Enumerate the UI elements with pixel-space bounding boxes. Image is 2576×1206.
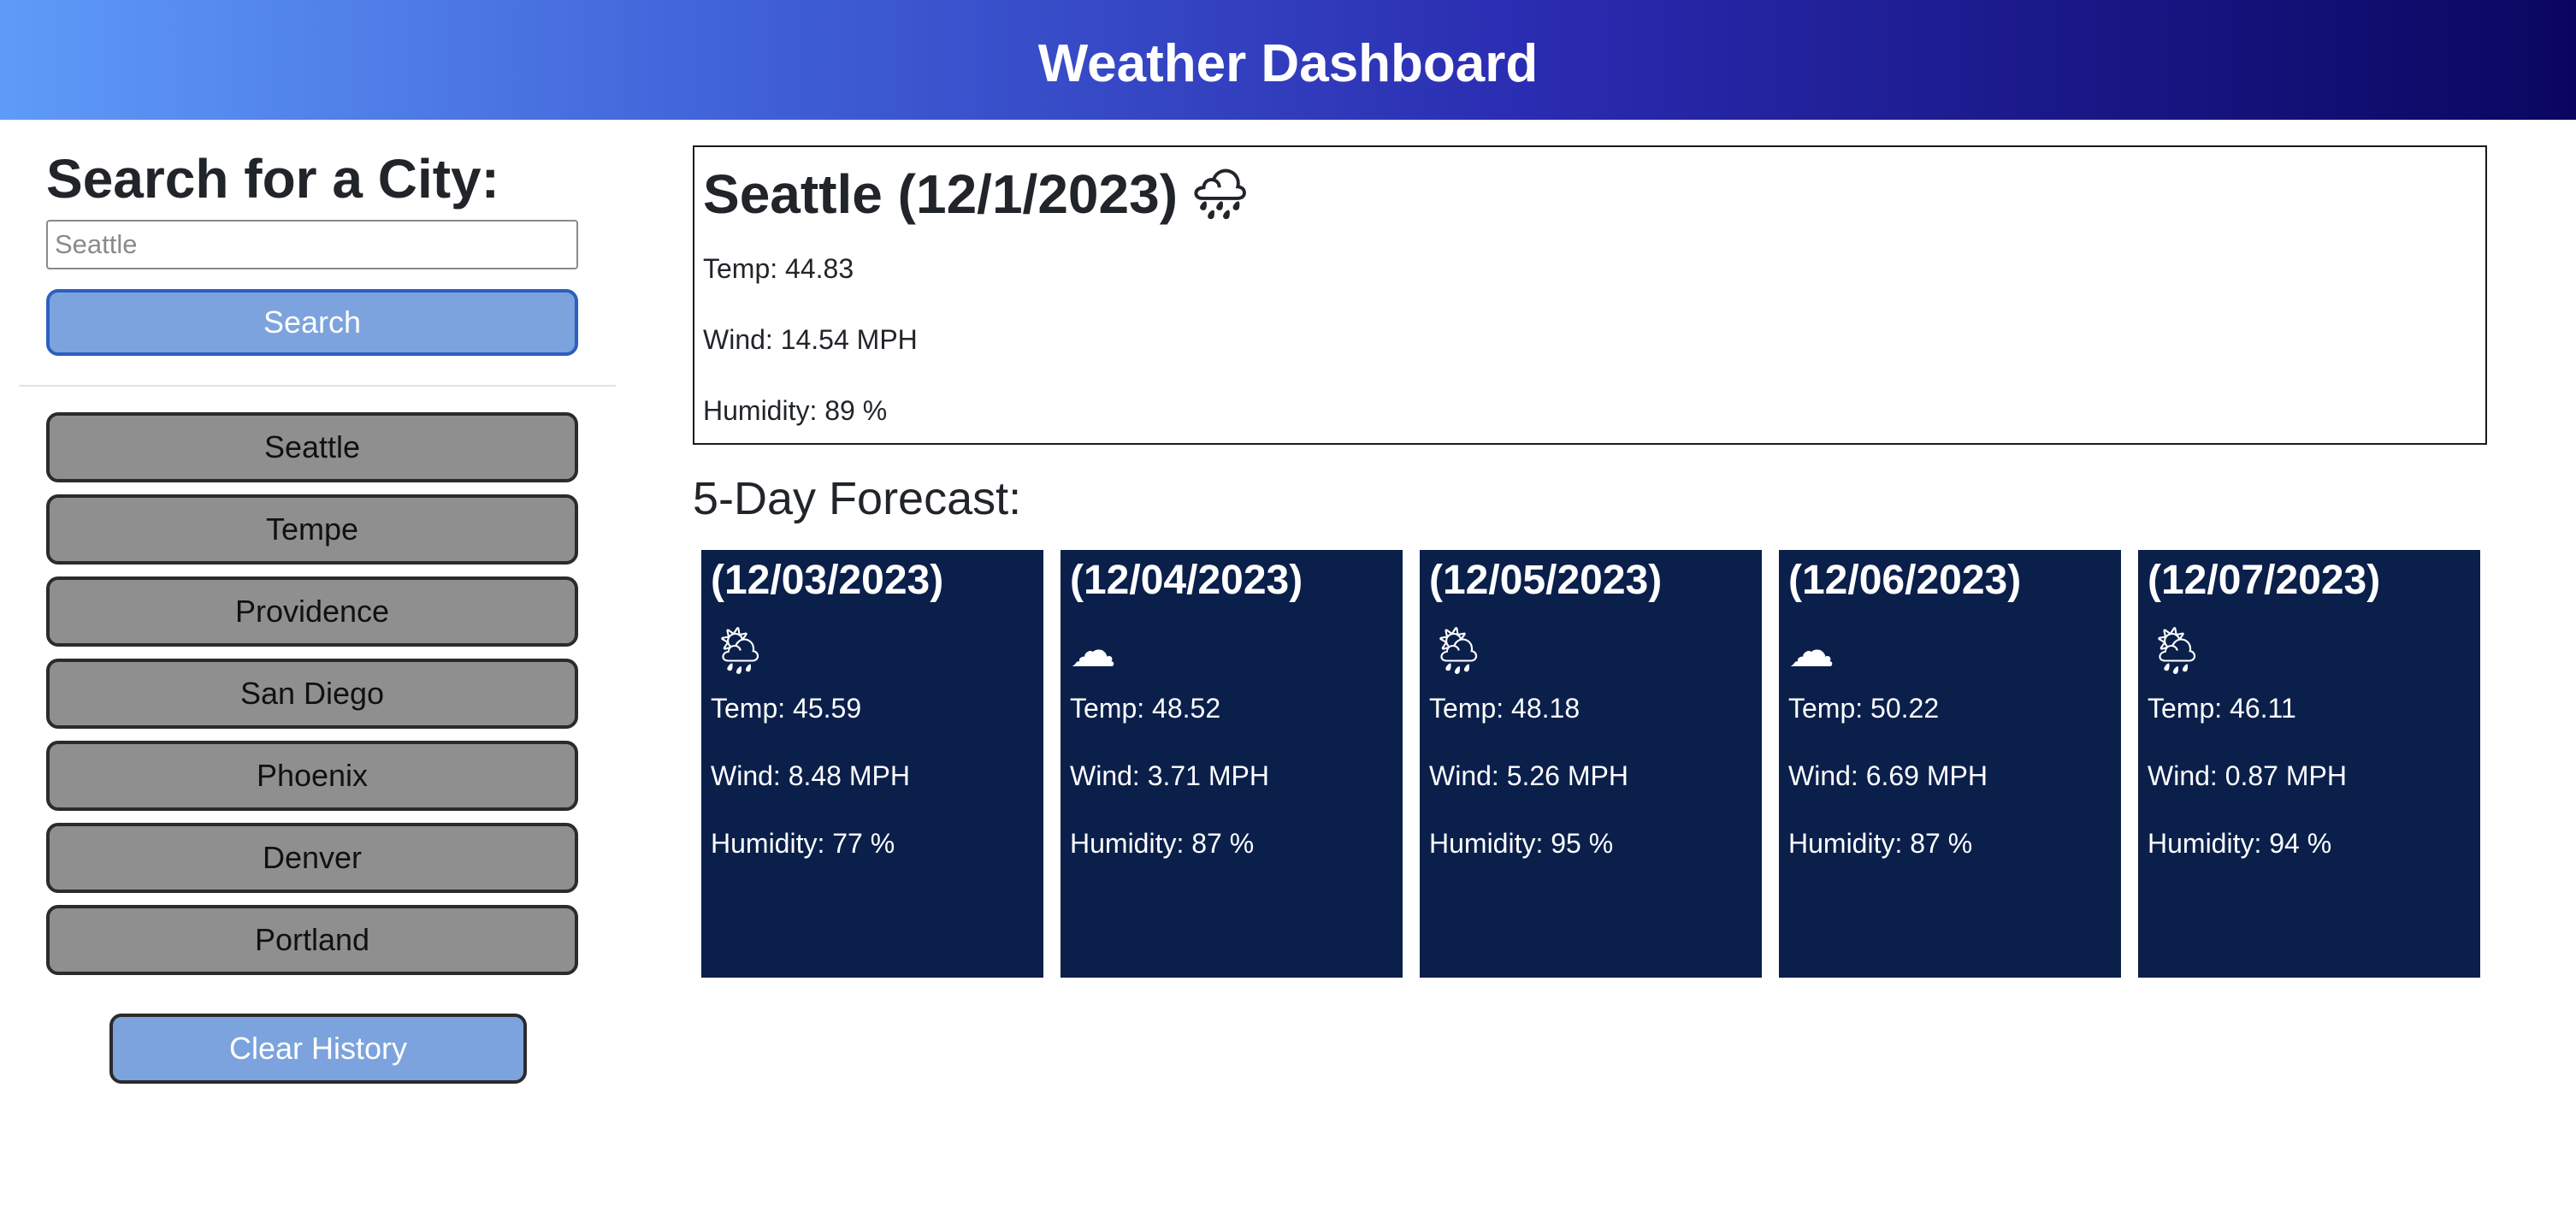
forecast-wind: Wind: 0.87 MPH	[2148, 760, 2347, 791]
forecast-card: (12/04/2023) ☁ Temp: 48.52 Wind: 3.71 MP…	[1061, 550, 1403, 978]
forecast-wind: Wind: 5.26 MPH	[1429, 760, 1628, 791]
search-history-list: Seattle Tempe Providence San Diego Phoen…	[46, 412, 578, 987]
forecast-temp: Temp: 45.59	[711, 693, 862, 724]
rain-cloud-night-icon: 🌧	[1190, 167, 1251, 221]
sidebar-divider	[19, 385, 616, 387]
clear-history-button[interactable]: Clear History	[109, 1014, 527, 1084]
forecast-humidity: Humidity: 95 %	[1429, 828, 1614, 859]
forecast-temp: Temp: 48.52	[1070, 693, 1221, 724]
app-title: Weather Dashboard	[1037, 33, 1539, 93]
forecast-date: (12/06/2023)	[1788, 558, 2022, 603]
forecast-title: 5-Day Forecast:	[693, 473, 1022, 524]
forecast-date: (12/07/2023)	[2148, 558, 2381, 603]
history-city-button[interactable]: Providence	[46, 576, 578, 647]
forecast-date: (12/03/2023)	[711, 558, 944, 603]
app-header: Weather Dashboard	[0, 0, 2576, 120]
search-title: Search for a City:	[46, 148, 499, 210]
current-city-heading: Seattle (12/1/2023) 🌧	[703, 163, 2477, 226]
city-search-input[interactable]	[46, 220, 578, 269]
history-city-button[interactable]: Tempe	[46, 494, 578, 565]
current-humidity: Humidity: 89 %	[703, 395, 888, 426]
forecast-card: (12/05/2023) 🌦 Temp: 48.18 Wind: 5.26 MP…	[1420, 550, 1762, 978]
history-city-button[interactable]: Seattle	[46, 412, 578, 482]
forecast-temp: Temp: 48.18	[1429, 693, 1580, 724]
forecast-humidity: Humidity: 94 %	[2148, 828, 2332, 859]
cloud-icon: ☁	[1070, 625, 1116, 677]
current-temp: Temp: 44.83	[703, 253, 854, 284]
current-city-date: Seattle (12/1/2023)	[703, 163, 1178, 225]
forecast-humidity: Humidity: 77 %	[711, 828, 895, 859]
forecast-wind: Wind: 3.71 MPH	[1070, 760, 1269, 791]
forecast-cards: (12/03/2023) 🌦 Temp: 45.59 Wind: 8.48 MP…	[701, 550, 2497, 978]
forecast-card: (12/03/2023) 🌦 Temp: 45.59 Wind: 8.48 MP…	[701, 550, 1043, 978]
sun-rain-cloud-icon: 🌦	[711, 625, 770, 677]
forecast-humidity: Humidity: 87 %	[1070, 828, 1255, 859]
history-city-button[interactable]: Portland	[46, 905, 578, 975]
history-city-button[interactable]: San Diego	[46, 659, 578, 729]
forecast-humidity: Humidity: 87 %	[1788, 828, 1973, 859]
forecast-wind: Wind: 8.48 MPH	[711, 760, 910, 791]
search-button[interactable]: Search	[46, 289, 578, 356]
forecast-wind: Wind: 6.69 MPH	[1788, 760, 1988, 791]
forecast-temp: Temp: 50.22	[1788, 693, 1940, 724]
history-city-button[interactable]: Phoenix	[46, 741, 578, 811]
main-area: Search for a City: Search Seattle Tempe …	[0, 120, 2576, 1206]
history-city-button[interactable]: Denver	[46, 823, 578, 893]
forecast-date: (12/05/2023)	[1429, 558, 1663, 603]
sun-rain-cloud-icon: 🌦	[1429, 625, 1488, 677]
sun-rain-cloud-icon: 🌦	[2148, 625, 2207, 677]
forecast-card: (12/06/2023) ☁ Temp: 50.22 Wind: 6.69 MP…	[1779, 550, 2121, 978]
forecast-temp: Temp: 46.11	[2148, 693, 2296, 724]
forecast-date: (12/04/2023)	[1070, 558, 1303, 603]
current-wind: Wind: 14.54 MPH	[703, 324, 918, 355]
cloud-icon: ☁	[1788, 625, 1835, 677]
current-weather-card: Seattle (12/1/2023) 🌧 Temp: 44.83 Wind: …	[693, 145, 2487, 445]
forecast-card: (12/07/2023) 🌦 Temp: 46.11 Wind: 0.87 MP…	[2138, 550, 2480, 978]
